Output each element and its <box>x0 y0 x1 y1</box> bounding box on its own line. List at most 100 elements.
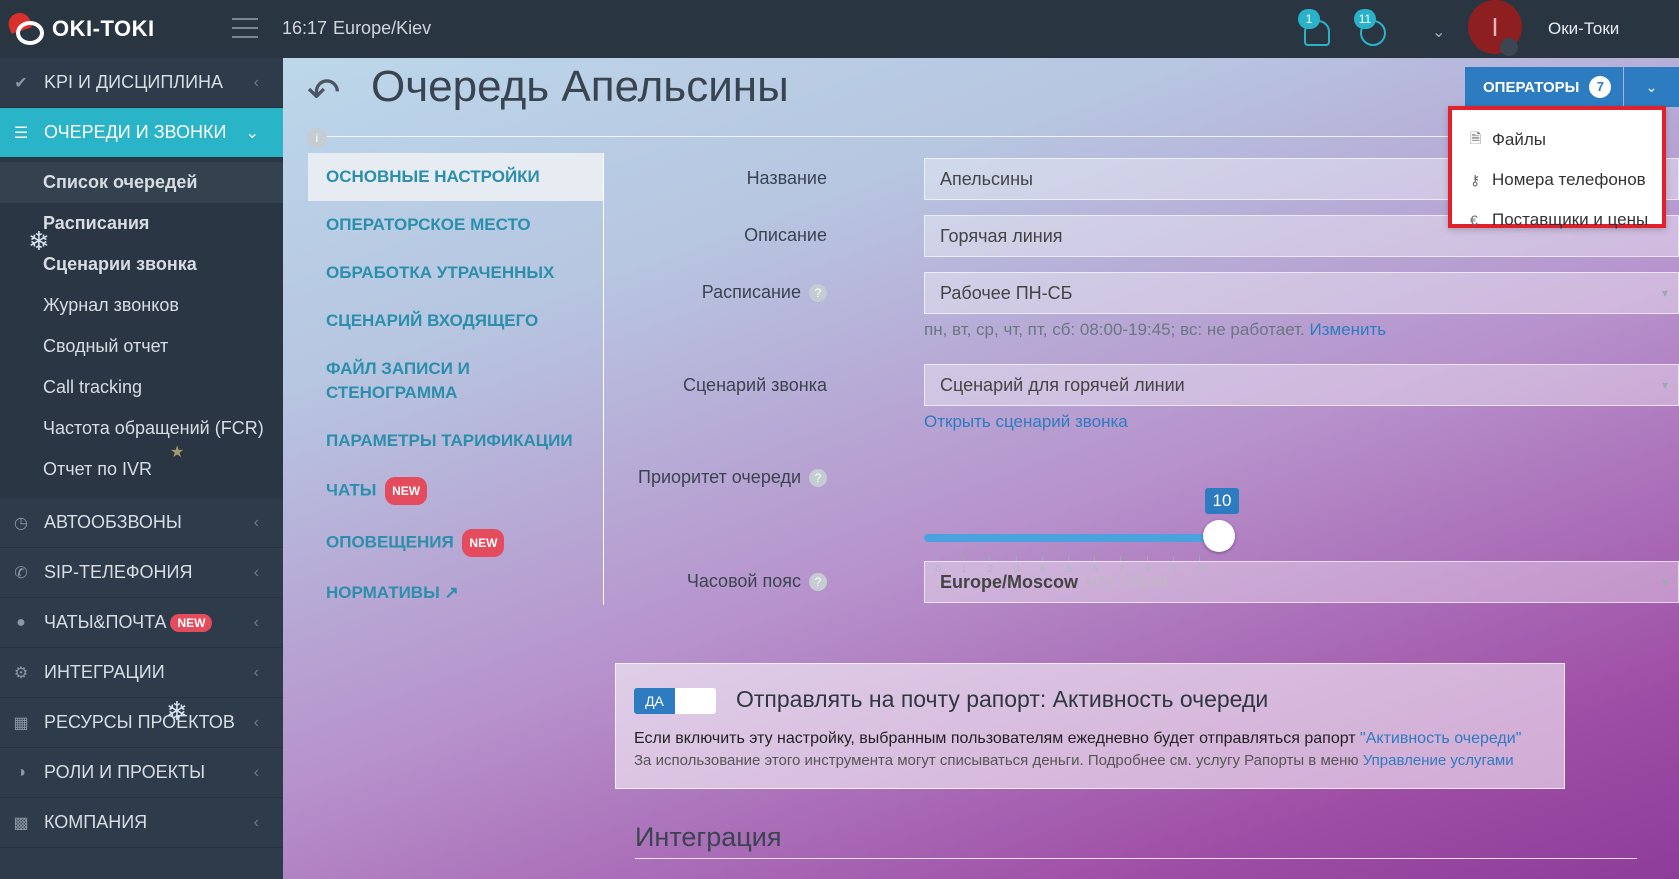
schedule-select[interactable]: Рабочее ПН-СБ ▾ <box>924 272 1679 314</box>
open-scenario-link[interactable]: Открыть сценарий звонка <box>924 412 1128 432</box>
tab-notifications[interactable]: ОПОВЕЩЕНИЯ NEW <box>308 517 603 569</box>
schedule-change-link[interactable]: Изменить <box>1309 320 1386 339</box>
clock: 16:17 Europe/Kiev <box>282 18 431 39</box>
scenario-label: Сценарий звонка <box>682 375 827 395</box>
priority-label: Приоритет очереди? <box>547 467 827 488</box>
chevron-left-icon: ‹ <box>253 613 259 631</box>
schedule-label: Расписание? <box>547 282 827 303</box>
menu-item-label: Файлы <box>1492 130 1547 149</box>
chevron-down-icon[interactable]: ⌄ <box>1432 22 1445 42</box>
report-toggle[interactable]: ДА <box>634 688 716 714</box>
sidebar-item-resources[interactable]: ▦ РЕСУРСЫ ПРОЕКТОВ ‹ <box>0 698 283 748</box>
tab-billing[interactable]: ПАРАМЕТРЫ ТАРИФИКАЦИИ <box>308 417 603 465</box>
help-icon[interactable]: ? <box>809 469 827 488</box>
logo[interactable]: OKI-TOKI <box>5 10 155 48</box>
toggle-on-label: ДА <box>634 688 675 714</box>
sidebar-item-sip[interactable]: ✆ SIP-ТЕЛЕФОНИЯ ‹ <box>0 548 283 598</box>
sidebar-item-autodial[interactable]: ◷ АВТООБЗВОНЫ ‹ <box>0 498 283 548</box>
sidebar-item-roles[interactable]: ◑ РОЛИ И ПРОЕКТЫ ‹ <box>0 748 283 798</box>
logo-icon <box>5 10 46 47</box>
scenario-select[interactable]: Сценарий для горячей линии ▾ <box>924 364 1679 406</box>
tab-incoming-scenario[interactable]: СЦЕНАРИЙ ВХОДЯЩЕГО <box>308 297 603 345</box>
sidebar-item-chats-mail[interactable]: ● ЧАТЫ&ПОЧТА NEW ‹ <box>0 598 283 648</box>
menu-item-files[interactable]: 🗎 Файлы <box>1452 120 1662 160</box>
sidebar-item-label: КОМПАНИЯ <box>44 812 148 832</box>
priority-value-bubble: 10 <box>1205 488 1239 514</box>
chevron-down-icon: ▾ <box>1661 286 1668 300</box>
new-badge: NEW <box>385 477 428 505</box>
help-icon[interactable]: ? <box>809 573 827 592</box>
chevron-down-icon: ⌄ <box>1645 79 1658 95</box>
schedule-hint-text: пн, вт, ср, чт, пт, сб: 08:00-19:45; вс:… <box>924 320 1305 339</box>
sidebar-item-company[interactable]: ▩ КОМПАНИЯ ‹ <box>0 798 283 848</box>
chat-icon: ● <box>16 613 26 631</box>
back-arrow-icon[interactable]: ↶ <box>307 70 341 116</box>
sidebar-subitem-call-tracking[interactable]: Call tracking <box>0 367 283 408</box>
menu-item-label: Номера телефонов <box>1492 170 1646 189</box>
menu-item-providers-prices[interactable]: € Поставщики и цены <box>1452 200 1662 240</box>
report-activity-link[interactable]: "Активность очереди" <box>1360 730 1521 747</box>
services-link[interactable]: Управление услугами <box>1363 752 1514 769</box>
timezone-label-text: Часовой пояс <box>686 571 801 591</box>
file-icon: 🗎 <box>1470 130 1482 146</box>
status-dot <box>1500 38 1518 56</box>
report-text: Если включить эту настройку, выбранным п… <box>634 730 1521 748</box>
operators-dropdown-toggle[interactable]: ⌄ <box>1624 67 1679 107</box>
new-badge: NEW <box>462 529 505 557</box>
menu-item-label: Поставщики и цены <box>1492 210 1649 229</box>
report-title: Отправлять на почту рапорт: Активность о… <box>736 686 1269 712</box>
report-text-body: Если включить эту настройку, выбранным п… <box>634 730 1356 747</box>
notifications-badge: 1 <box>1298 9 1320 29</box>
schedule-value: Рабочее ПН-СБ <box>940 282 1073 303</box>
calls-badge: 11 <box>1354 9 1376 29</box>
sidebar-item-kpi[interactable]: ✔ KPI И ДИСЦИПЛИНА ‹ <box>0 58 283 108</box>
integration-title: Интеграция <box>635 822 782 852</box>
info-icon[interactable]: i <box>307 128 327 148</box>
sidebar-subitem-fcr[interactable]: Частота обращений (FCR) <box>0 408 283 449</box>
notifications-button[interactable]: 1 <box>1298 9 1330 46</box>
sidebar: ✔ KPI И ДИСЦИПЛИНА ‹ ☰ ОЧЕРЕДИ И ЗВОНКИ … <box>0 58 283 879</box>
description-value: Горячая линия <box>940 225 1063 246</box>
sidebar-subitem-queue-list[interactable]: Список очередей <box>0 162 283 203</box>
user-name[interactable]: Оки-Токи <box>1548 19 1619 39</box>
timezone-offset: UTC +03:00 <box>1086 573 1168 591</box>
chevron-left-icon: ‹ <box>253 763 259 781</box>
sidebar-item-queues[interactable]: ☰ ОЧЕРЕДИ И ЗВОНКИ ⌄ <box>0 108 283 158</box>
timezone-select[interactable]: Europe/Moscow UTC +03:00 ▾ <box>924 561 1679 603</box>
operators-button[interactable]: ОПЕРАТОРЫ 7 <box>1465 67 1623 107</box>
schedule-label-text: Расписание <box>701 282 801 302</box>
euro-icon: € <box>1470 212 1478 228</box>
sidebar-subitem-summary[interactable]: Сводный отчет <box>0 326 283 367</box>
snowflake-icon: ❄ <box>166 696 188 726</box>
chevron-left-icon: ‹ <box>253 563 259 581</box>
calls-button[interactable]: 11 <box>1354 9 1386 46</box>
sidebar-item-label: KPI И ДИСЦИПЛИНА <box>44 72 224 92</box>
external-link-icon: ↗ <box>444 583 459 602</box>
tab-label: ОПОВЕЩЕНИЯ <box>326 532 454 552</box>
grid-icon: ▦ <box>13 714 29 732</box>
priority-slider-handle[interactable] <box>1203 520 1235 552</box>
tab-label: ЧАТЫ <box>326 480 377 500</box>
help-icon[interactable]: ? <box>809 284 827 303</box>
scenario-value: Сценарий для горячей линии <box>940 374 1185 395</box>
menu-toggle-icon[interactable] <box>232 18 258 38</box>
sidebar-subitem-ivr-report[interactable]: Отчет по IVR <box>0 449 283 490</box>
chevron-left-icon: ‹ <box>253 513 259 531</box>
chevron-left-icon: ‹ <box>253 73 259 91</box>
chevron-down-icon: ▾ <box>1661 575 1668 589</box>
description-label: Описание <box>744 225 827 245</box>
name-label: Название <box>746 168 827 188</box>
sidebar-subitem-call-log[interactable]: Журнал звонков <box>0 285 283 326</box>
priority-slider-track[interactable] <box>924 534 1219 542</box>
sidebar-item-integrations[interactable]: ⚙ ИНТЕГРАЦИИ ‹ <box>0 648 283 698</box>
sidebar-submenu: Список очередей Расписания Сценарии звон… <box>0 158 283 498</box>
toggle-icon: ◑ <box>16 763 26 781</box>
top-bar: OKI-TOKI 16:17 Europe/Kiev 1 11 ⌄ I Оки-Т… <box>0 0 1679 58</box>
new-badge: NEW <box>170 613 213 632</box>
name-value: Апельсины <box>940 168 1033 189</box>
check-icon: ✔ <box>14 74 28 92</box>
sidebar-item-label: ЧАТЫ&ПОЧТА <box>44 612 167 632</box>
operators-dropdown-menu: 🗎 Файлы ⚷ Номера телефонов € Поставщики … <box>1448 106 1666 229</box>
menu-item-phone-numbers[interactable]: ⚷ Номера телефонов <box>1452 160 1662 200</box>
report-panel: ДА Отправлять на почту рапорт: Активност… <box>615 663 1565 789</box>
